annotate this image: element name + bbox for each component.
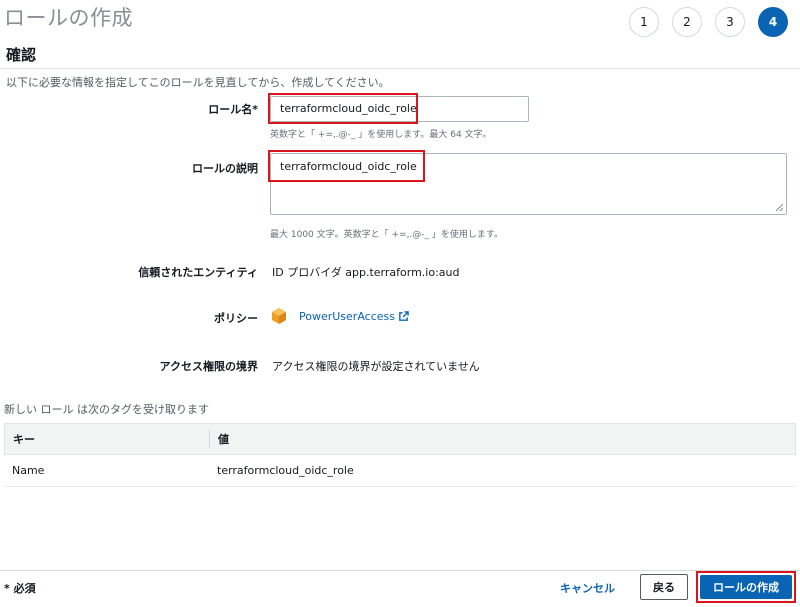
tags-caption: 新しい ロール は次のタグを受け取ります xyxy=(4,403,209,416)
role-description-value: terraformcloud_oidc_role xyxy=(280,160,417,173)
permissions-boundary-value: アクセス権限の境界が設定されていません xyxy=(272,360,480,373)
step-indicator: 1 2 3 4 xyxy=(629,7,788,37)
create-role-button[interactable]: ロールの作成 xyxy=(700,575,792,599)
header-value: 値 xyxy=(218,433,229,446)
back-button[interactable]: 戻る xyxy=(640,574,688,600)
tags-table-header: キー 値 xyxy=(4,423,796,455)
role-description-hint: 最大 1000 文字。英数字と「 +=,.@-_ 」を使用します。 xyxy=(270,230,504,240)
cancel-button[interactable]: キャンセル xyxy=(560,580,615,596)
section-title: 確認 xyxy=(6,46,37,64)
step-3[interactable]: 3 xyxy=(715,7,745,37)
table-row: Name terraformcloud_oidc_role xyxy=(4,455,796,487)
tag-value-cell: terraformcloud_oidc_role xyxy=(217,464,354,477)
permissions-boundary-label: アクセス権限の境界 xyxy=(159,360,258,373)
aws-policy-cube-icon xyxy=(272,308,286,324)
header-key: キー xyxy=(13,433,35,446)
footer-divider xyxy=(0,570,800,571)
step-2[interactable]: 2 xyxy=(672,7,702,37)
policy-link[interactable]: PowerUserAccess xyxy=(299,310,395,323)
page-title: ロールの作成 xyxy=(4,6,133,30)
role-name-hint: 英数字と「 +=,.@-_ 」を使用します。最大 64 文字。 xyxy=(270,130,492,140)
trusted-entity-label: 信頼されたエンティティ xyxy=(138,266,258,279)
role-name-label: ロール名* xyxy=(208,103,258,116)
tag-key-cell: Name xyxy=(12,464,45,477)
role-name-value: terraformcloud_oidc_role xyxy=(280,102,417,115)
step-4-current: 4 xyxy=(758,7,788,37)
policy-label: ポリシー xyxy=(214,312,258,325)
external-link-icon[interactable] xyxy=(398,311,409,322)
role-description-label: ロールの説明 xyxy=(192,162,258,175)
intro-text: 以下に必要な情報を指定してこのロールを見直してから、作成してください。 xyxy=(6,76,390,89)
column-separator xyxy=(209,430,210,448)
step-1[interactable]: 1 xyxy=(629,7,659,37)
resize-grip-icon[interactable] xyxy=(776,204,783,211)
trusted-entity-value: ID プロバイダ app.terraform.io:aud xyxy=(272,266,460,279)
tags-table: キー 値 Name terraformcloud_oidc_role xyxy=(4,423,796,487)
required-note: * 必須 xyxy=(4,582,36,595)
section-divider xyxy=(0,68,800,69)
